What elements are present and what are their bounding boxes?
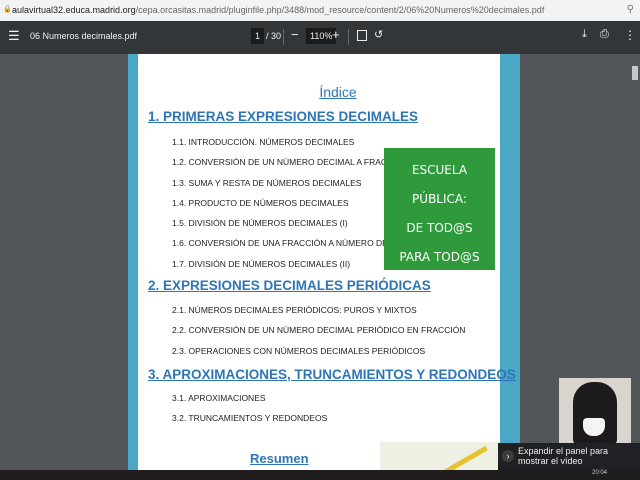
summary-title: Resumen — [250, 451, 309, 466]
address-bar[interactable]: 🔒 aulavirtual32.educa.madrid.org/cepa.or… — [0, 0, 640, 21]
document-title: 06 Numeros decimales.pdf — [30, 31, 138, 41]
chevron-right-icon[interactable]: › — [502, 450, 514, 462]
zoom-out-button[interactable]: − — [291, 27, 299, 42]
poster-text: ESCUELA PÚBLICA: — [411, 163, 468, 206]
poster-text: PARA TOD@S — [399, 250, 480, 264]
poster-image: ESCUELA PÚBLICA: DE TOD@S PARA TOD@S — [384, 148, 495, 270]
illustration-image — [380, 442, 500, 476]
toc-item[interactable]: 2.2. CONVERSIÓN DE UN NÚMERO DECIMAL PER… — [172, 325, 465, 335]
toc-item[interactable]: 1.4. PRODUCTO DE NÚMEROS DECIMALES — [172, 198, 349, 208]
print-icon[interactable]: ⎙ — [600, 28, 609, 41]
toc-item[interactable]: 2.1. NÚMEROS DECIMALES PERIÓDICOS: PUROS… — [172, 305, 417, 315]
zoom-icon[interactable]: ⚲ — [627, 4, 634, 15]
tooltip-text: Expandir el panel para mostrar el vídeo — [518, 446, 609, 466]
menu-icon[interactable]: ☰ — [8, 28, 20, 44]
toc-item[interactable]: 2.3. OPERACIONES CON NÚMEROS DECIMALES P… — [172, 346, 425, 356]
toc-item[interactable]: 1.3. SUMA Y RESTA DE NÚMEROS DECIMALES — [172, 178, 361, 188]
pdf-page: Índice 1. PRIMERAS EXPRESIONES DECIMALES… — [138, 54, 516, 470]
section-heading[interactable]: 1. PRIMERAS EXPRESIONES DECIMALES — [148, 109, 418, 124]
toc-item[interactable]: 1.1. INTRODUCCIÓN. NÚMEROS DECIMALES — [172, 137, 354, 147]
toc-item[interactable]: 1.7. DIVISIÓN DE NÚMEROS DECIMALES (II) — [172, 259, 350, 269]
expand-video-tooltip[interactable]: › Expandir el panel para mostrar el víde… — [498, 443, 640, 470]
more-options-icon[interactable]: ⋮ — [624, 28, 636, 42]
toc-item[interactable]: 1.6. CONVERSIÓN DE UNA FRACCIÓN A NÚMERO… — [172, 238, 414, 248]
toc-item[interactable]: 3.2. TRUNCAMIENTOS Y REDONDEOS — [172, 413, 327, 423]
zoom-in-button[interactable]: + — [332, 27, 340, 42]
divider — [283, 29, 284, 45]
taskbar: 20:04 — [0, 470, 640, 480]
url-path: /cepa.orcasitas.madrid/pluginfile.php/34… — [135, 5, 545, 15]
person-mask — [583, 418, 605, 436]
toc-item[interactable]: 3.1. APROXIMACIONES — [172, 393, 266, 403]
webcam-video[interactable] — [559, 378, 631, 443]
scrollbar[interactable] — [630, 54, 640, 470]
section-heading[interactable]: 3. APROXIMACIONES, TRUNCAMIENTOS Y REDON… — [148, 367, 516, 382]
lock-icon: 🔒 — [3, 6, 12, 13]
url-host: aulavirtual32.educa.madrid.org — [12, 5, 136, 15]
page-total: / 30 — [266, 31, 282, 41]
index-title: Índice — [319, 84, 357, 100]
toc-item[interactable]: 1.5. DIVISIÓN DE NÚMEROS DECIMALES (I) — [172, 218, 348, 228]
toc-item[interactable]: 1.2. CONVERSIÓN DE UN NÚMERO DECIMAL A F… — [172, 157, 408, 167]
download-icon[interactable]: ⤓ — [582, 28, 587, 41]
rotate-icon[interactable]: ↺ — [374, 28, 383, 41]
section-heading[interactable]: 2. EXPRESIONES DECIMALES PERIÓDICAS — [148, 278, 431, 293]
scrollbar-thumb[interactable] — [632, 66, 638, 80]
clock[interactable]: 20:04 — [592, 470, 607, 476]
fit-page-icon[interactable] — [357, 30, 367, 41]
divider — [348, 29, 349, 45]
pdf-toolbar: ☰ 06 Numeros decimales.pdf 1 / 30 − 110%… — [0, 21, 640, 54]
page-number-input[interactable]: 1 — [251, 28, 265, 44]
poster-text: DE TOD@S — [406, 221, 473, 235]
